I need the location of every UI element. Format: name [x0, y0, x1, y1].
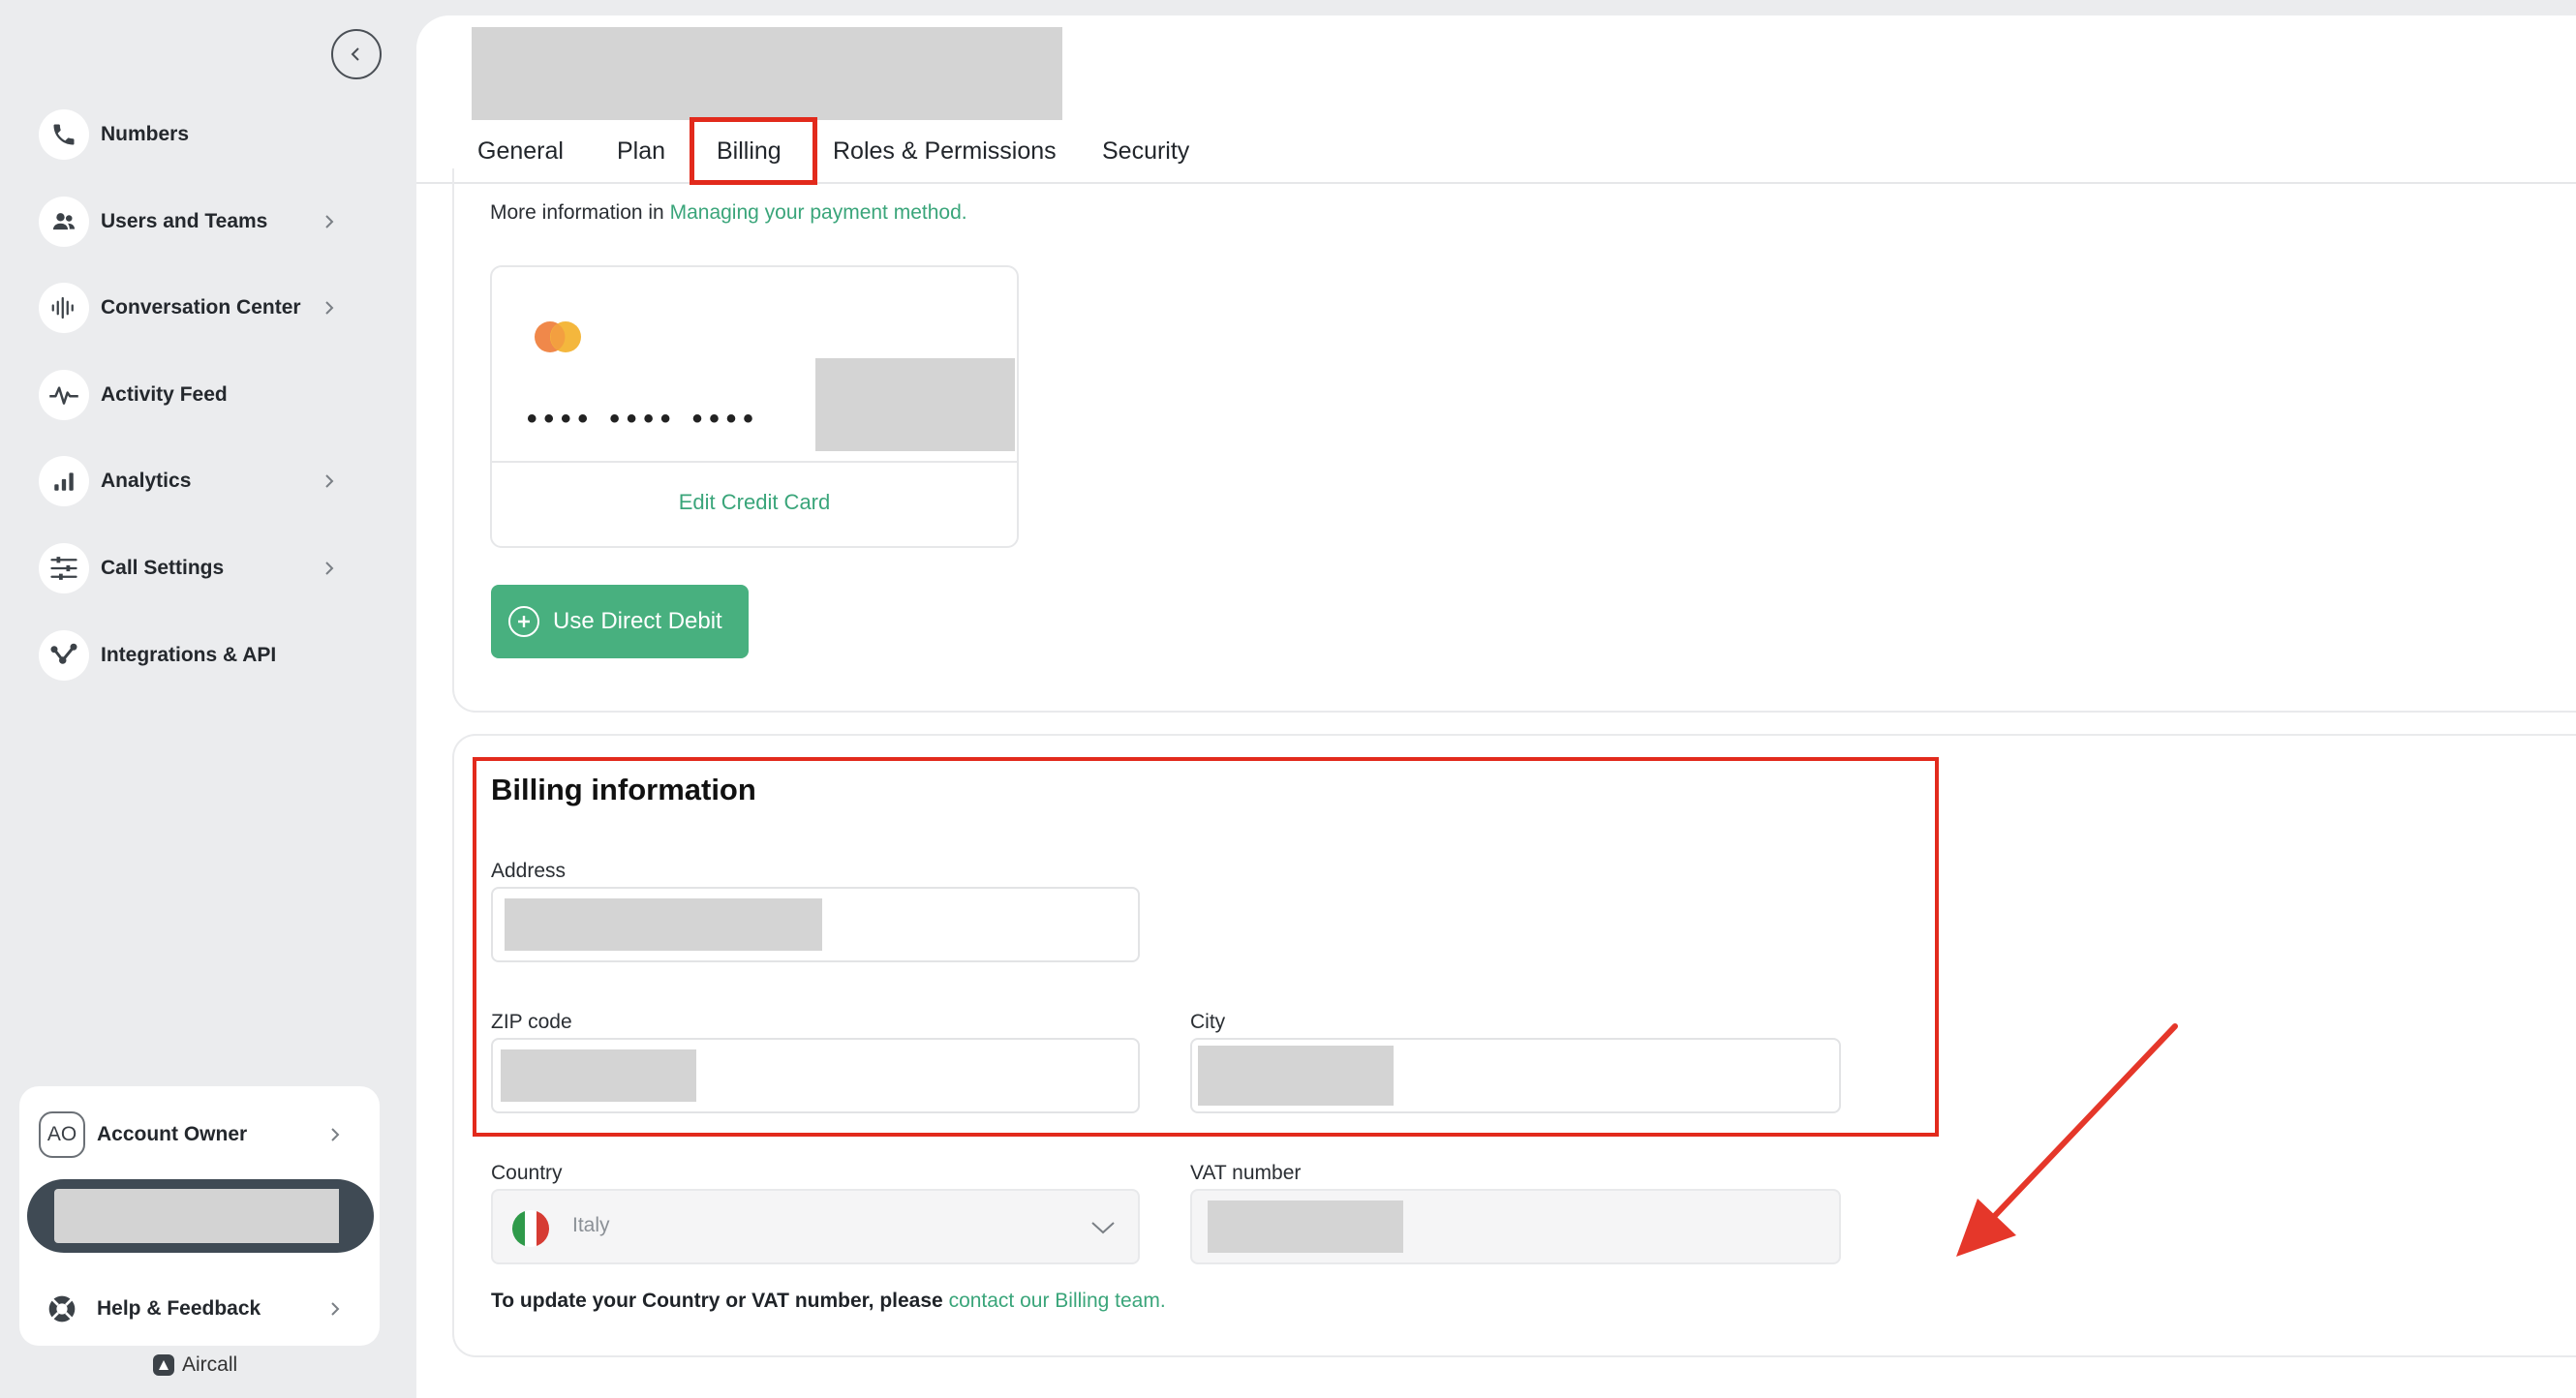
avatar: AO: [39, 1111, 85, 1158]
sidebar-item-label: Activity Feed: [101, 383, 228, 406]
direct-debit-label: Use Direct Debit: [553, 608, 722, 634]
italy-flag-icon: [512, 1210, 549, 1247]
chevron-right-icon: [320, 212, 339, 231]
chevron-left-icon: [351, 47, 359, 61]
settings-main: General Plan Billing Roles & Permissions…: [416, 15, 2576, 1398]
help-feedback-label: Help & Feedback: [97, 1297, 261, 1320]
billing-update-note: To update your Country or VAT number, pl…: [491, 1290, 1166, 1313]
bar-chart-icon: [39, 456, 89, 506]
chevron-right-icon: [320, 559, 339, 578]
redacted-header: [472, 27, 1062, 120]
phone-icon: [39, 109, 89, 160]
use-direct-debit-button[interactable]: Use Direct Debit: [491, 585, 749, 658]
credit-card: •••• •••• •••• Edit Credit Card: [490, 265, 1019, 548]
country-value: Italy: [572, 1214, 610, 1236]
availability-toggle[interactable]: [27, 1179, 374, 1253]
lifebuoy-icon: [39, 1286, 85, 1332]
sidebar-item-label: Conversation Center: [101, 296, 301, 319]
sidebar-item-integrations-api[interactable]: Integrations & API: [39, 628, 349, 683]
sidebar-item-call-settings[interactable]: Call Settings: [39, 541, 349, 595]
redacted-address: [505, 898, 822, 951]
chevron-right-icon: [325, 1125, 345, 1144]
edit-credit-card-button[interactable]: Edit Credit Card: [492, 490, 1017, 515]
sidebar-item-label: Numbers: [101, 123, 190, 145]
sidebar-item-conversation-center[interactable]: Conversation Center: [39, 281, 349, 335]
tab-security[interactable]: Security: [1102, 137, 1189, 166]
account-panel: AO Account Owner Help & Feedback: [19, 1086, 380, 1346]
sliders-icon: [39, 543, 89, 593]
redacted-city: [1198, 1046, 1394, 1106]
managing-payment-link[interactable]: Managing your payment method.: [670, 201, 967, 224]
tab-plan[interactable]: Plan: [617, 137, 665, 166]
vat-number-input: [1190, 1189, 1841, 1264]
zip-code-label: ZIP code: [491, 1011, 572, 1033]
sidebar-item-users-and-teams[interactable]: Users and Teams: [39, 195, 349, 249]
city-input[interactable]: [1190, 1038, 1841, 1113]
collapse-sidebar-button[interactable]: [331, 29, 382, 79]
vat-number-label: VAT number: [1190, 1162, 1302, 1184]
note-text: To update your Country or VAT number, pl…: [491, 1290, 943, 1312]
city-label: City: [1190, 1011, 1226, 1033]
chevron-right-icon: [320, 471, 339, 491]
chevron-right-icon: [325, 1299, 345, 1319]
sidebar-item-analytics[interactable]: Analytics: [39, 454, 349, 508]
account-owner-label: Account Owner: [97, 1123, 248, 1145]
redacted-zip: [501, 1049, 696, 1102]
brand-footer: Aircall: [153, 1353, 237, 1377]
payment-info-text: More information in Managing your paymen…: [490, 201, 967, 225]
plus-icon: [508, 606, 539, 637]
sidebar: Numbers Users and Teams Conversation Cen…: [0, 0, 416, 1398]
pulse-icon: [39, 370, 89, 420]
country-label: Country: [491, 1162, 563, 1184]
contact-billing-team-link[interactable]: contact our Billing team.: [949, 1290, 1166, 1312]
sidebar-item-numbers[interactable]: Numbers: [39, 107, 349, 162]
divider: [492, 461, 1017, 463]
sidebar-item-activity-feed[interactable]: Activity Feed: [39, 368, 349, 422]
zip-code-input[interactable]: [491, 1038, 1140, 1113]
brand-name: Aircall: [182, 1353, 238, 1376]
address-input[interactable]: [491, 887, 1140, 962]
users-icon: [39, 197, 89, 247]
aircall-logo-icon: [153, 1354, 174, 1376]
waveform-icon: [39, 283, 89, 333]
sidebar-item-label: Analytics: [101, 470, 192, 492]
integrations-icon: [39, 630, 89, 681]
redacted-vat: [1208, 1200, 1403, 1253]
sidebar-item-label: Call Settings: [101, 557, 225, 579]
address-label: Address: [491, 860, 567, 882]
sidebar-item-label: Users and Teams: [101, 210, 268, 232]
sidebar-item-label: Integrations & API: [101, 644, 277, 666]
masked-card-number: •••• •••• ••••: [527, 403, 760, 435]
chevron-down-icon: [1091, 1222, 1115, 1234]
billing-information-title: Billing information: [491, 773, 756, 806]
redacted-card-digits: [815, 358, 1015, 451]
tab-roles-permissions[interactable]: Roles & Permissions: [833, 137, 1057, 166]
mastercard-icon: [535, 321, 581, 352]
tab-general[interactable]: General: [477, 137, 564, 166]
redacted-status: [54, 1189, 339, 1243]
account-owner-menu[interactable]: AO Account Owner: [39, 1108, 368, 1162]
chevron-right-icon: [320, 298, 339, 318]
more-info-prefix: More information in: [490, 201, 664, 224]
country-select: Italy: [491, 1189, 1140, 1264]
help-feedback-menu[interactable]: Help & Feedback: [39, 1282, 368, 1336]
